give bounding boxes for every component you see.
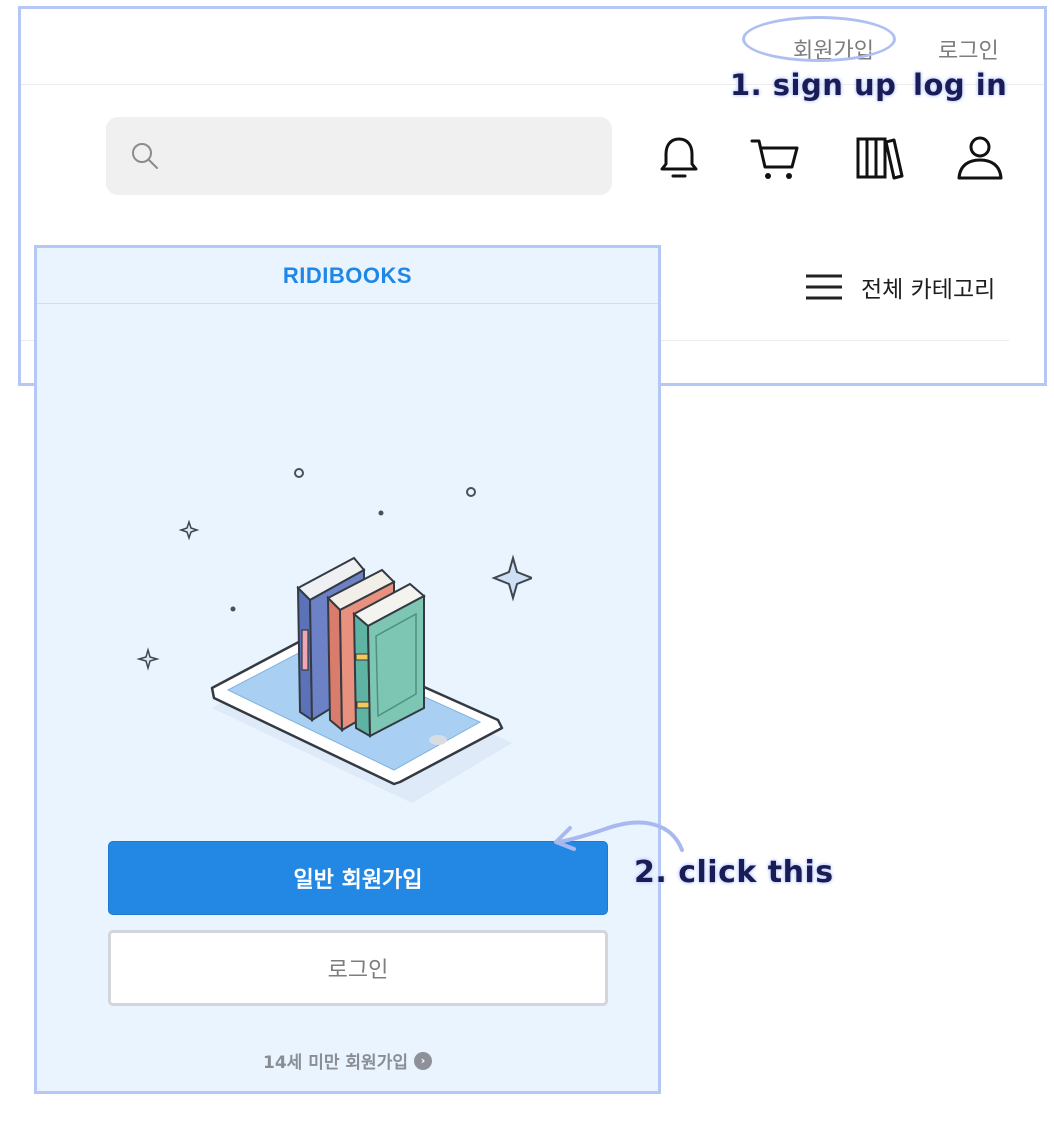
books-on-phone-illustration <box>136 468 532 803</box>
library-icon[interactable] <box>854 131 906 183</box>
annotation-step1-signup: 1. sign up <box>730 68 897 102</box>
all-categories-button[interactable]: 전체 카테고리 <box>805 267 995 307</box>
search-input[interactable] <box>106 117 612 195</box>
user-icon[interactable] <box>954 131 1006 183</box>
under14-signup-label: 14세 미만 회원가입 <box>263 1053 408 1073</box>
login-button[interactable]: 로그인 <box>108 930 608 1006</box>
under14-signup-link[interactable]: 14세 미만 회원가입 › <box>37 1048 658 1073</box>
cart-icon[interactable] <box>749 131 801 183</box>
search-icon <box>132 143 158 169</box>
annotation-step1-login: log in <box>913 68 1008 102</box>
hamburger-menu-icon <box>806 274 842 300</box>
chevron-right-circle-icon: › <box>413 1051 432 1070</box>
general-signup-button[interactable]: 일반 회원가입 <box>108 841 608 915</box>
panel-header: RIDIBOOKS <box>37 248 658 304</box>
category-label: 전체 카테고리 <box>861 277 996 303</box>
bell-icon[interactable] <box>653 131 705 183</box>
ridibooks-logo: RIDIBOOKS <box>282 262 413 288</box>
curved-arrow-icon <box>554 820 684 852</box>
login-link[interactable]: 로그인 <box>938 33 999 65</box>
signup-panel: RIDIBOOKS 일반 회원가입 로그인 14세 미만 회원가입 › <box>34 245 661 1094</box>
annotation-step2: 2. click this <box>634 855 834 890</box>
signup-highlight-circle <box>742 16 896 62</box>
